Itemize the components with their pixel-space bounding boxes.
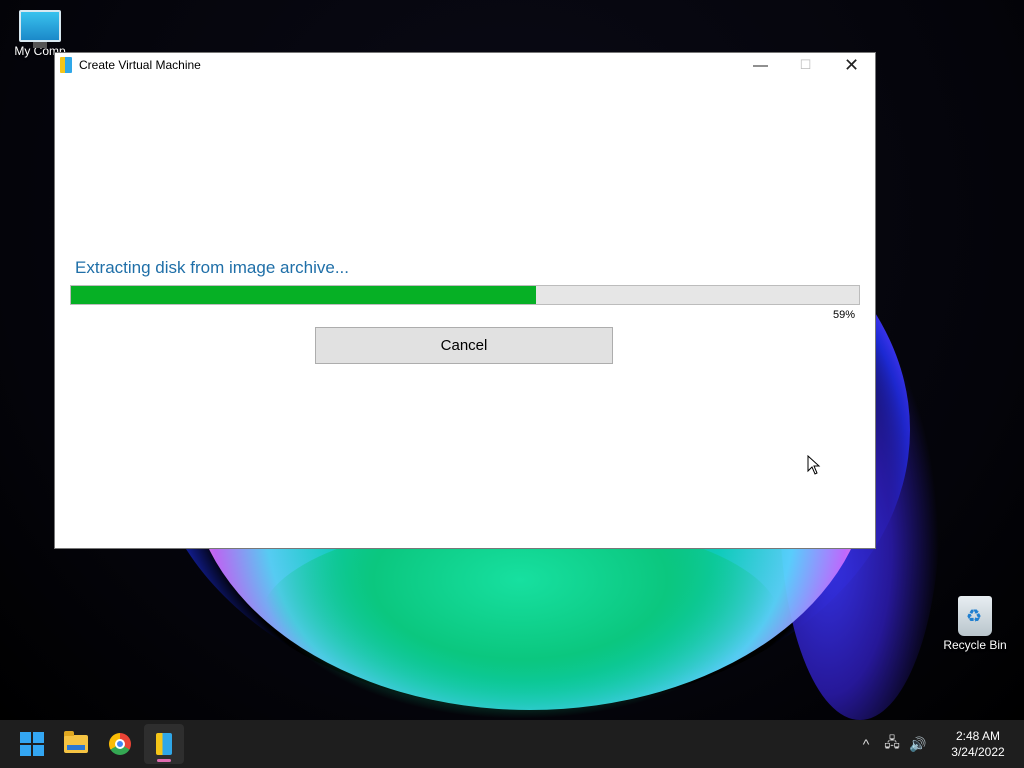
progress-percent: 59% xyxy=(832,309,855,321)
network-icon[interactable]: 🖧 xyxy=(880,732,904,756)
desktop-icon-my-computer[interactable]: My Comp xyxy=(0,10,80,58)
wallpaper-glow-core xyxy=(260,520,780,720)
create-vm-window: Create Virtual Machine — ☐ ✕ Extracting … xyxy=(55,53,875,548)
status-text: Extracting disk from image archive... xyxy=(75,258,349,277)
taskbar-create-vm[interactable] xyxy=(144,724,184,764)
clock-date: 3/24/2022 xyxy=(951,745,1005,759)
desktop-icon-label: Recycle Bin xyxy=(943,638,1007,652)
taskbar-file-explorer[interactable] xyxy=(56,724,96,764)
cursor-arrow-icon xyxy=(807,455,821,475)
minimize-button[interactable]: — xyxy=(738,53,783,77)
close-button[interactable]: ✕ xyxy=(829,53,874,77)
window-titlebar[interactable]: Create Virtual Machine — ☐ ✕ xyxy=(55,53,875,77)
start-button[interactable] xyxy=(12,724,52,764)
chrome-icon xyxy=(109,733,131,755)
taskbar-chrome[interactable] xyxy=(100,724,140,764)
taskbar: ^ 🖧 🔊 2:48 AM 3/24/2022 xyxy=(0,720,1024,768)
folder-icon xyxy=(64,731,88,753)
progress-bar xyxy=(70,285,860,305)
vm-app-icon xyxy=(156,733,172,755)
desktop-icon-recycle-bin[interactable]: ♻ Recycle Bin xyxy=(935,596,1015,652)
windows-logo-icon xyxy=(20,732,44,756)
system-tray: ^ 🖧 🔊 2:48 AM 3/24/2022 xyxy=(854,720,1024,768)
clock[interactable]: 2:48 AM 3/24/2022 xyxy=(938,728,1018,760)
recycle-bin-icon: ♻ xyxy=(958,596,992,636)
maximize-button: ☐ xyxy=(799,57,812,72)
chevron-up-icon[interactable]: ^ xyxy=(854,736,878,752)
progress-fill xyxy=(71,286,536,304)
window-title: Create Virtual Machine xyxy=(79,58,201,72)
cancel-button[interactable]: Cancel xyxy=(315,327,613,364)
clock-time: 2:48 AM xyxy=(955,729,1001,743)
volume-icon[interactable]: 🔊 xyxy=(906,736,930,753)
vm-app-icon xyxy=(60,57,72,73)
monitor-icon xyxy=(19,10,61,48)
